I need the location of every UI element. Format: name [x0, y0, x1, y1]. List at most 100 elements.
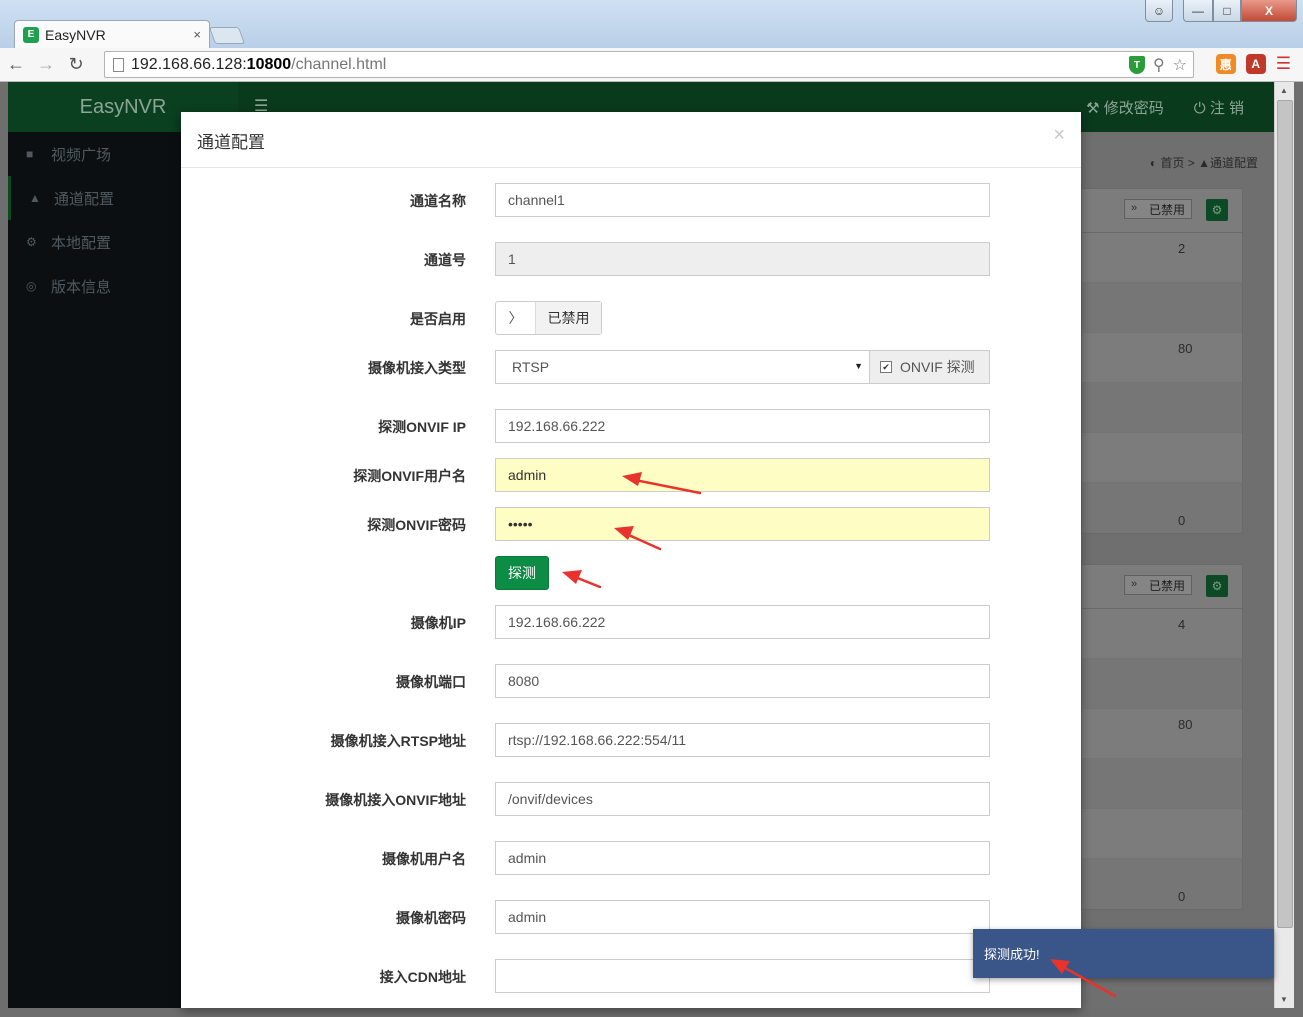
row-probe-pass: 探测ONVIF密码	[181, 507, 1081, 541]
camera-pass-input[interactable]	[495, 900, 990, 934]
camera-port-input[interactable]	[495, 664, 990, 698]
channel-name-input[interactable]	[495, 183, 990, 217]
user-profile-icon[interactable]: ☺	[1145, 0, 1173, 22]
row-cdn-url: 接入CDN地址	[181, 959, 1081, 993]
channel-name-label: 通道名称	[410, 193, 466, 209]
onvif-url-label: 摄像机接入ONVIF地址	[325, 792, 466, 808]
maximize-button[interactable]: □	[1213, 0, 1241, 22]
panel-row: 0	[1082, 859, 1242, 909]
page-icon	[113, 57, 124, 72]
url-text: 192.168.66.128:10800/channel.html	[131, 55, 387, 73]
bookmark-star-icon[interactable]: ☆	[1173, 55, 1187, 75]
minimize-button[interactable]: —	[1183, 0, 1213, 22]
scroll-thumb[interactable]	[1277, 100, 1293, 928]
cdn-url-input[interactable]	[495, 959, 990, 993]
breadcrumb-current: 通道配置	[1209, 156, 1258, 170]
probe-ip-label: 探测ONVIF IP	[378, 419, 466, 435]
probe-user-input[interactable]	[495, 458, 990, 492]
channel-no-label: 通道号	[424, 252, 466, 268]
panel-row	[1082, 433, 1242, 483]
logout-link[interactable]: ⏻ 注 销	[1194, 97, 1244, 118]
onvif-probe-checkbox[interactable]: ✔ ONVIF 探测	[870, 350, 990, 384]
camera-user-label: 摄像机用户名	[382, 851, 466, 867]
window-close-button[interactable]: X	[1241, 0, 1297, 22]
browser-toolbar: ← → ↻ 192.168.66.128:10800/channel.html …	[0, 48, 1303, 82]
row-camera-ip: 摄像机IP	[181, 605, 1081, 639]
probe-user-label: 探测ONVIF用户名	[353, 468, 466, 484]
cdn-url-label: 接入CDN地址	[379, 969, 466, 985]
probe-ip-input[interactable]	[495, 409, 990, 443]
panel-row: 80	[1082, 333, 1242, 383]
breadcrumb: ◐ 首页 > ▲通道配置	[1149, 156, 1258, 170]
pdf-extension-icon[interactable]: A	[1245, 54, 1266, 74]
channel-enable-switch[interactable]: » 已禁用	[1124, 575, 1192, 595]
cogs-icon: ⚙	[26, 235, 37, 249]
probe-pass-input[interactable]	[495, 507, 990, 541]
road-icon: ▲	[29, 191, 41, 205]
panel-row: 4	[1082, 609, 1242, 659]
scroll-up-icon[interactable]: ▲	[1280, 86, 1288, 95]
chevron-right-icon: 〉	[496, 302, 536, 334]
tab-title: EasyNVR	[45, 26, 106, 43]
access-type-select[interactable]: RTSP ▼	[495, 350, 870, 384]
reload-icon[interactable]: ↻	[62, 51, 90, 79]
panel-row	[1082, 809, 1242, 859]
modal-title: 通道配置	[197, 133, 265, 152]
panel-row	[1082, 283, 1242, 333]
breadcrumb-home[interactable]: 首页	[1160, 156, 1184, 170]
panel-row: 0	[1082, 483, 1242, 533]
panel-row	[1082, 659, 1242, 709]
modal-header: 通道配置 ×	[181, 112, 1081, 168]
row-channel-name: 通道名称	[181, 183, 1081, 217]
gear-icon[interactable]: ⚙	[1206, 199, 1228, 221]
caret-down-icon: ▼	[854, 361, 863, 371]
channel-config-modal: 通道配置 × 通道名称 通道号 是否启用 〉 已禁用 摄像机接入类型 RTSP …	[181, 112, 1081, 1008]
probe-pass-label: 探测ONVIF密码	[367, 517, 466, 533]
close-icon[interactable]: ×	[1053, 124, 1065, 147]
extension-orange-icon[interactable]: 惠	[1215, 54, 1236, 74]
gear-icon[interactable]: ⚙	[1206, 575, 1228, 597]
chevron-right-icon: »	[1131, 578, 1138, 590]
tab-close-icon[interactable]: ×	[193, 27, 201, 42]
change-password-link[interactable]: ⚒ 修改密码	[1086, 97, 1164, 118]
rtsp-url-input[interactable]	[495, 723, 990, 757]
browser-menu-icon[interactable]: ☰	[1276, 54, 1291, 74]
row-onvif-url: 摄像机接入ONVIF地址	[181, 782, 1081, 816]
toast-message: 探测成功!	[984, 947, 1040, 962]
probe-button[interactable]: 探测	[495, 556, 549, 590]
back-arrow-icon[interactable]: ←	[2, 51, 30, 79]
panel-row: 2	[1082, 233, 1242, 283]
new-tab-button[interactable]	[208, 27, 246, 44]
rtsp-url-label: 摄像机接入RTSP地址	[330, 733, 466, 749]
scroll-down-icon[interactable]: ▼	[1280, 995, 1288, 1004]
onvif-url-input[interactable]	[495, 782, 990, 816]
channel-enable-switch[interactable]: » 已禁用	[1124, 199, 1192, 219]
forward-arrow-icon[interactable]: →	[32, 51, 60, 79]
power-icon: ⏻	[1193, 100, 1206, 117]
chevron-right-icon: »	[1131, 202, 1138, 214]
row-probe-user: 探测ONVIF用户名	[181, 458, 1081, 492]
channel-list-area: ◐ 首页 > ▲通道配置 »已禁用 ⚙ 2 80 0 »已禁用 ⚙ 4 80	[1081, 132, 1274, 1008]
probe-success-toast: 探测成功!	[973, 929, 1274, 978]
channel-panel: » 已禁用 ⚙ 4 80 0	[1081, 564, 1243, 910]
row-rtsp-url: 摄像机接入RTSP地址	[181, 723, 1081, 757]
enabled-toggle[interactable]: 〉 已禁用	[495, 301, 602, 335]
row-enabled: 是否启用 〉 已禁用	[181, 301, 1081, 335]
row-camera-pass: 摄像机密码	[181, 900, 1081, 934]
row-probe-ip: 探测ONVIF IP	[181, 409, 1081, 443]
channel-no-input	[495, 242, 990, 276]
camera-pass-label: 摄像机密码	[396, 910, 466, 926]
easynvr-favicon-icon: E	[23, 26, 39, 43]
shield-extension-icon[interactable]: T	[1128, 56, 1145, 74]
key-icon[interactable]: ⚲	[1153, 55, 1165, 75]
browser-tab[interactable]: E EasyNVR ×	[14, 20, 210, 48]
row-probe-button: 探测	[181, 556, 1081, 590]
checkbox-checked-icon: ✔	[880, 361, 892, 373]
video-icon: ■	[26, 147, 34, 161]
camera-user-input[interactable]	[495, 841, 990, 875]
road-icon: ▲	[1198, 156, 1210, 170]
address-bar[interactable]: 192.168.66.128:10800/channel.html T ⚲ ☆	[104, 51, 1194, 78]
page-scrollbar[interactable]: ▲ ▼	[1274, 82, 1294, 1008]
camera-ip-input[interactable]	[495, 605, 990, 639]
access-type-label: 摄像机接入类型	[368, 360, 466, 376]
